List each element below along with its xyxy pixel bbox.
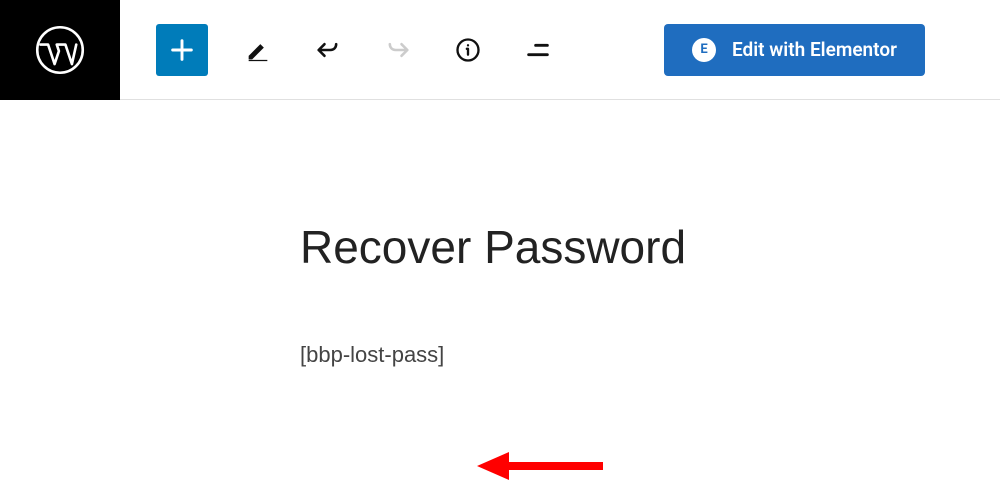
editor-content[interactable]: Recover Password [bbp-lost-pass]: [0, 100, 1000, 368]
annotation-arrow: [475, 446, 605, 486]
edit-mode-button[interactable]: [238, 30, 278, 70]
info-icon: [454, 36, 482, 64]
redo-icon: [384, 36, 412, 64]
shortcode-block[interactable]: [bbp-lost-pass]: [300, 342, 1000, 368]
pencil-icon: [244, 36, 272, 64]
wordpress-icon: [34, 24, 86, 76]
redo-button[interactable]: [378, 30, 418, 70]
undo-button[interactable]: [308, 30, 348, 70]
outline-button[interactable]: [518, 30, 558, 70]
edit-with-elementor-button[interactable]: E Edit with Elementor: [664, 24, 925, 76]
elementor-button-label: Edit with Elementor: [732, 38, 897, 61]
undo-icon: [314, 36, 342, 64]
toolbar-actions: E Edit with Elementor: [120, 24, 925, 76]
wordpress-logo[interactable]: [0, 0, 120, 100]
page-title[interactable]: Recover Password: [300, 220, 1000, 274]
add-block-button[interactable]: [156, 24, 208, 76]
info-button[interactable]: [448, 30, 488, 70]
outline-icon: [524, 36, 552, 64]
plus-icon: [168, 36, 196, 64]
editor-toolbar: E Edit with Elementor: [0, 0, 1000, 100]
elementor-icon: E: [692, 38, 716, 62]
